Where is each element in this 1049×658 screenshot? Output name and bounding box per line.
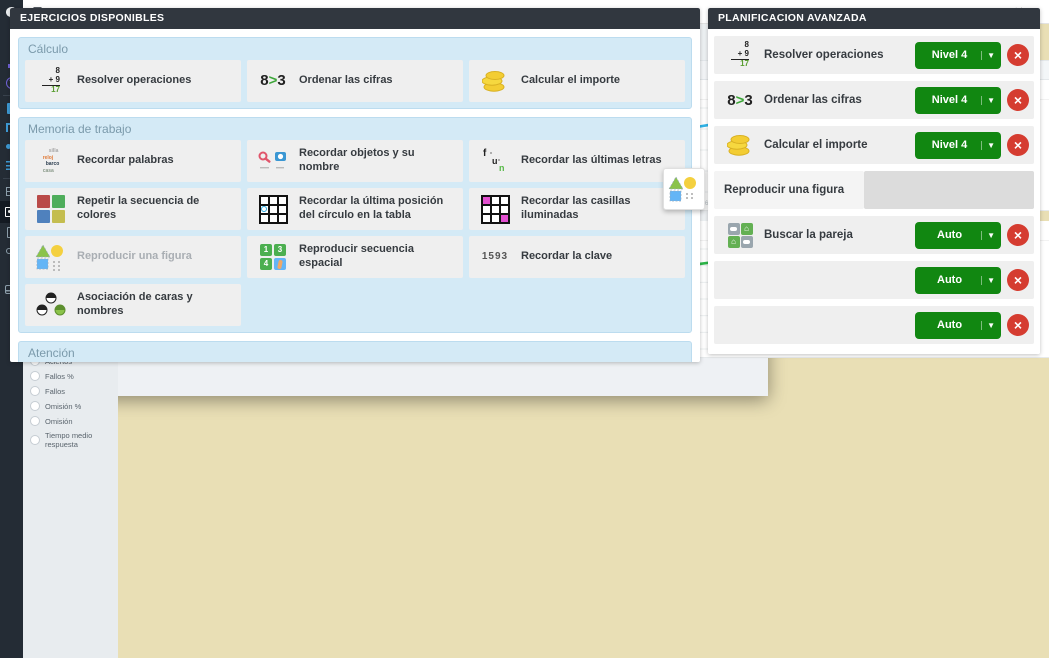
plan-row-hidden-1: Auto▼ × bbox=[714, 261, 1034, 299]
exercise-label: Asociación de caras y nombres bbox=[77, 291, 233, 319]
metric-radio[interactable]: Fallos % bbox=[30, 371, 111, 381]
available-exercises-body: Cálculo 8+ 917 Resolver operaciones 8>3 … bbox=[10, 29, 700, 362]
exercise-label: Recordar las últimas letras bbox=[521, 154, 662, 168]
exercise-card-casillas-iluminadas[interactable]: Recordar las casillas iluminadas bbox=[469, 188, 685, 230]
plan-row-label: Reproducir una figura bbox=[714, 171, 864, 209]
exercise-label: Calcular el importe bbox=[521, 74, 620, 88]
plan-row-label: Resolver operaciones bbox=[764, 49, 909, 61]
remove-exercise-button[interactable]: × bbox=[1007, 134, 1029, 156]
plan-row-label: Buscar la pareja bbox=[764, 229, 909, 241]
level-select[interactable]: Auto▼ bbox=[915, 267, 1001, 294]
chevron-down-icon: ▼ bbox=[981, 96, 995, 105]
exercise-card-recordar-clave[interactable]: 1593 Recordar la clave bbox=[469, 236, 685, 278]
faces-icon bbox=[33, 292, 69, 318]
grid-lit-icon bbox=[477, 195, 513, 224]
plan-row-resolver-operaciones: 8+ 917 Resolver operaciones Nivel 4▼ × bbox=[714, 36, 1034, 74]
exercise-card-calcular-importe[interactable]: Calcular el importe bbox=[469, 60, 685, 102]
level-select[interactable]: Nivel 4▼ bbox=[915, 42, 1001, 69]
coins-icon bbox=[477, 70, 513, 92]
exercise-label: Recordar palabras bbox=[77, 154, 174, 168]
exercise-card-recordar-objetos[interactable]: Recordar objetos y su nombre bbox=[247, 140, 463, 182]
exercise-card-reproducir-figura[interactable]: Reproducir una figura bbox=[25, 236, 241, 278]
section-calculo-title: Cálculo bbox=[19, 38, 691, 60]
exercise-label: Resolver operaciones bbox=[77, 74, 191, 88]
section-atencion: Atención bn bbox=[18, 341, 692, 362]
advanced-planning-window: PLANIFICACION AVANZADA 8+ 917 Resolver o… bbox=[708, 8, 1040, 354]
exercise-label: Recordar la clave bbox=[521, 250, 612, 264]
exercise-label: Reproducir secuencia espacial bbox=[299, 243, 455, 271]
exercise-label: Recordar la última posición del círculo … bbox=[299, 195, 455, 223]
level-select[interactable]: Nivel 4▼ bbox=[915, 87, 1001, 114]
chevron-down-icon: ▼ bbox=[981, 321, 995, 330]
exercise-card-secuencia-colores[interactable]: Repetir la secuencia de colores bbox=[25, 188, 241, 230]
plan-row-calcular-importe: Calcular el importe Nivel 4▼ × bbox=[714, 126, 1034, 164]
exercise-label: Recordar objetos y su nombre bbox=[299, 147, 455, 175]
plan-row-buscar-pareja: ⌂⌂ Buscar la pareja Auto▼ × bbox=[714, 216, 1034, 254]
desktop: { "available": { "title": "EJERCICIOS DI… bbox=[0, 0, 1049, 658]
numbered-squares-icon: 134 bbox=[255, 244, 291, 270]
available-exercises-window: EJERCICIOS DISPONIBLES Cálculo 8+ 917 Re… bbox=[10, 8, 700, 362]
radio-icon bbox=[30, 371, 40, 381]
code-digits-icon: 1593 bbox=[477, 251, 513, 264]
level-select[interactable]: Nivel 4▼ bbox=[915, 132, 1001, 159]
remove-exercise-button[interactable]: × bbox=[1007, 89, 1029, 111]
exercise-label: Recordar las casillas iluminadas bbox=[521, 195, 677, 223]
section-atencion-title: Atención bbox=[19, 342, 691, 362]
exercise-card-posicion-circulo[interactable]: Recordar la última posición del círculo … bbox=[247, 188, 463, 230]
exercise-label: Reproducir una figura bbox=[77, 250, 192, 264]
plan-row-label: Ordenar las cifras bbox=[764, 94, 909, 106]
available-exercises-title: EJERCICIOS DISPONIBLES bbox=[10, 8, 700, 29]
chevron-down-icon: ▼ bbox=[981, 141, 995, 150]
exercise-label: Repetir la secuencia de colores bbox=[77, 195, 233, 223]
plan-row-label: Calcular el importe bbox=[764, 139, 909, 151]
color-squares-icon bbox=[33, 195, 69, 223]
plan-row-drop-target[interactable]: Reproducir una figura bbox=[714, 171, 1034, 209]
plan-row-hidden-2: Auto▼ × bbox=[714, 306, 1034, 344]
section-calculo: Cálculo 8+ 917 Resolver operaciones 8>3 … bbox=[18, 37, 692, 109]
letters-icon: fun bbox=[477, 148, 513, 174]
exercise-card-asociacion-caras[interactable]: Asociación de caras y nombres bbox=[25, 284, 241, 326]
dragged-exercise-icon[interactable] bbox=[663, 168, 705, 210]
figure-icon bbox=[668, 175, 700, 203]
exercise-card-resolver-operaciones[interactable]: 8+ 917 Resolver operaciones bbox=[25, 60, 241, 102]
exercise-card-ordenar-cifras[interactable]: 8>3 Ordenar las cifras bbox=[247, 60, 463, 102]
section-memoria-cards: sillarelojbarcocasa Recordar palabras Re… bbox=[19, 140, 691, 326]
remove-exercise-button[interactable]: × bbox=[1007, 314, 1029, 336]
metric-radio[interactable]: Fallos bbox=[30, 386, 111, 396]
advanced-planning-body: 8+ 917 Resolver operaciones Nivel 4▼ × 8… bbox=[708, 29, 1040, 354]
word-list-icon: sillarelojbarcocasa bbox=[33, 148, 69, 174]
drop-placeholder bbox=[864, 171, 1034, 209]
plan-row-ordenar-cifras: 8>3 Ordenar las cifras Nivel 4▼ × bbox=[714, 81, 1034, 119]
section-calculo-cards: 8+ 917 Resolver operaciones 8>3 Ordenar … bbox=[19, 60, 691, 102]
advanced-planning-title: PLANIFICACION AVANZADA bbox=[708, 8, 1040, 29]
radio-icon bbox=[30, 386, 40, 396]
remove-exercise-button[interactable]: × bbox=[1007, 44, 1029, 66]
exercise-label: Ordenar las cifras bbox=[299, 74, 393, 88]
section-memoria-title: Memoria de trabajo bbox=[19, 118, 691, 140]
pairs-icon: ⌂⌂ bbox=[722, 223, 758, 248]
key-camera-icon bbox=[255, 150, 291, 172]
level-select[interactable]: Auto▼ bbox=[915, 222, 1001, 249]
remove-exercise-button[interactable]: × bbox=[1007, 269, 1029, 291]
chevron-down-icon: ▼ bbox=[981, 276, 995, 285]
exercise-card-secuencia-espacial[interactable]: 134 Reproducir secuencia espacial bbox=[247, 236, 463, 278]
sum-icon: 8+ 917 bbox=[33, 67, 69, 94]
level-select[interactable]: Auto▼ bbox=[915, 312, 1001, 339]
compare-icon: 8>3 bbox=[255, 72, 291, 91]
sum-icon: 8+ 917 bbox=[722, 41, 758, 68]
figure-icon bbox=[33, 243, 69, 271]
section-memoria: Memoria de trabajo sillarelojbarcocasa R… bbox=[18, 117, 692, 333]
coins-icon bbox=[722, 134, 758, 156]
exercise-card-ultimas-letras[interactable]: fun Recordar las últimas letras bbox=[469, 140, 685, 182]
exercise-card-recordar-palabras[interactable]: sillarelojbarcocasa Recordar palabras bbox=[25, 140, 241, 182]
grid-circle-icon bbox=[255, 195, 291, 224]
compare-icon: 8>3 bbox=[722, 92, 758, 109]
remove-exercise-button[interactable]: × bbox=[1007, 224, 1029, 246]
chevron-down-icon: ▼ bbox=[981, 51, 995, 60]
chevron-down-icon: ▼ bbox=[981, 231, 995, 240]
